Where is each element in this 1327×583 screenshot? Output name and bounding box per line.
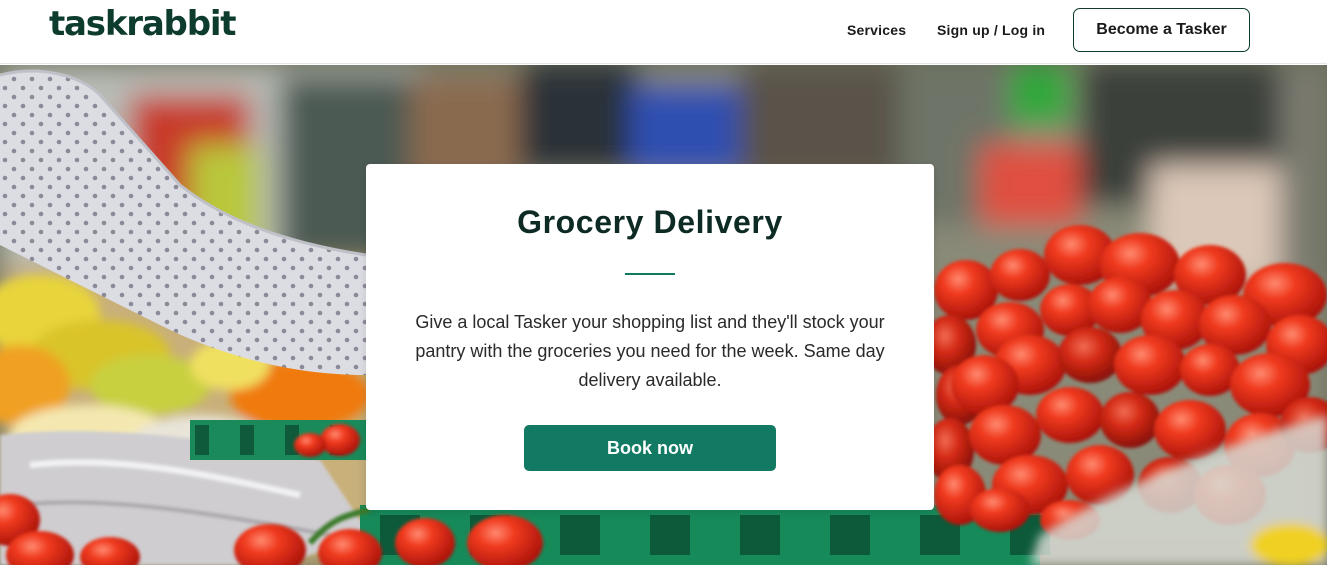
nav-services-link[interactable]: Services: [847, 22, 906, 38]
site-header: taskrabbit Services Sign up / Log in Bec…: [0, 0, 1327, 64]
become-a-tasker-button[interactable]: Become a Tasker: [1073, 8, 1250, 52]
book-now-button[interactable]: Book now: [524, 425, 776, 471]
service-info-card: Grocery Delivery Give a local Tasker you…: [366, 164, 934, 510]
taskrabbit-logo[interactable]: taskrabbit: [49, 4, 237, 44]
title-divider: [625, 273, 675, 275]
service-title: Grocery Delivery: [517, 204, 783, 240]
service-description: Give a local Tasker your shopping list a…: [415, 312, 885, 390]
nav-signup-login-link[interactable]: Sign up / Log in: [937, 22, 1045, 38]
hero-banner: Grocery Delivery Give a local Tasker you…: [0, 65, 1327, 565]
